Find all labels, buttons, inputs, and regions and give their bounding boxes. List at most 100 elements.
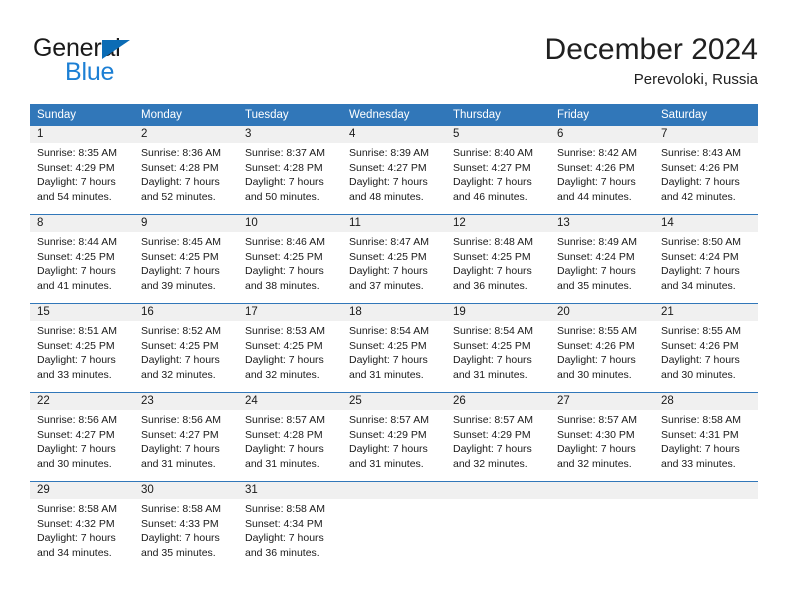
day-number: [446, 482, 550, 499]
daylight-text-line1: Daylight: 7 hours: [141, 354, 220, 367]
day-details: Sunrise: 8:35 AM Sunset: 4:29 PM Daylight:…: [30, 143, 134, 204]
sunset-text: Sunset: 4:27 PM: [453, 161, 531, 174]
sunset-text: Sunset: 4:25 PM: [37, 250, 115, 263]
daylight-text-line2: and 42 minutes.: [661, 190, 736, 203]
sunset-text: Sunset: 4:25 PM: [37, 339, 115, 352]
day-details: Sunrise: 8:57 AM Sunset: 4:29 PM Daylight:…: [342, 410, 446, 471]
day-number: 18: [342, 304, 446, 321]
weekday-header-row: Sunday Monday Tuesday Wednesday Thursday…: [30, 104, 758, 126]
calendar-day-cell[interactable]: 18 Sunrise: 8:54 AM Sunset: 4:25 PM Dayligh…: [342, 303, 446, 393]
daylight-text-line1: Daylight: 7 hours: [349, 265, 428, 278]
day-number: 13: [550, 215, 654, 232]
sunset-text: Sunset: 4:29 PM: [453, 428, 531, 441]
daylight-text-line1: Daylight: 7 hours: [349, 176, 428, 189]
calendar-day-cell[interactable]: 26 Sunrise: 8:57 AM Sunset: 4:29 PM Dayligh…: [446, 392, 550, 482]
weekday-header-wednesday: Wednesday: [342, 104, 446, 126]
sunset-text: Sunset: 4:30 PM: [557, 428, 635, 441]
sunset-text: Sunset: 4:28 PM: [141, 161, 219, 174]
day-details: Sunrise: 8:49 AM Sunset: 4:24 PM Daylight:…: [550, 232, 654, 293]
day-number: 24: [238, 393, 342, 410]
daylight-text-line2: and 35 minutes.: [141, 546, 216, 559]
calendar-day-cell[interactable]: 28 Sunrise: 8:58 AM Sunset: 4:31 PM Dayligh…: [654, 392, 758, 482]
calendar-day-cell[interactable]: 5 Sunrise: 8:40 AM Sunset: 4:27 PM Daylight…: [446, 126, 550, 215]
sunrise-text: Sunrise: 8:48 AM: [453, 236, 533, 248]
sunrise-text: Sunrise: 8:54 AM: [349, 325, 429, 337]
daylight-text-line2: and 31 minutes.: [349, 457, 424, 470]
daylight-text-line2: and 48 minutes.: [349, 190, 424, 203]
daylight-text-line1: Daylight: 7 hours: [245, 265, 324, 278]
calendar-week-row: 8 Sunrise: 8:44 AM Sunset: 4:25 PM Daylight…: [30, 214, 758, 304]
calendar-day-cell[interactable]: 27 Sunrise: 8:57 AM Sunset: 4:30 PM Dayligh…: [550, 392, 654, 482]
day-details: Sunrise: 8:42 AM Sunset: 4:26 PM Daylight:…: [550, 143, 654, 204]
calendar-day-cell[interactable]: 29 Sunrise: 8:58 AM Sunset: 4:32 PM Dayligh…: [30, 481, 134, 570]
sunset-text: Sunset: 4:26 PM: [557, 161, 635, 174]
day-details: Sunrise: 8:58 AM Sunset: 4:32 PM Daylight:…: [30, 499, 134, 560]
daylight-text-line2: and 31 minutes.: [349, 368, 424, 381]
calendar-day-cell[interactable]: 4 Sunrise: 8:39 AM Sunset: 4:27 PM Daylight…: [342, 126, 446, 215]
calendar-day-cell[interactable]: 15 Sunrise: 8:51 AM Sunset: 4:25 PM Dayligh…: [30, 303, 134, 393]
day-number: 16: [134, 304, 238, 321]
calendar-day-cell[interactable]: 2 Sunrise: 8:36 AM Sunset: 4:28 PM Daylight…: [134, 126, 238, 215]
day-number: 17: [238, 304, 342, 321]
daylight-text-line1: Daylight: 7 hours: [245, 176, 324, 189]
calendar-day-cell[interactable]: 8 Sunrise: 8:44 AM Sunset: 4:25 PM Daylight…: [30, 214, 134, 304]
day-details: Sunrise: 8:40 AM Sunset: 4:27 PM Daylight:…: [446, 143, 550, 204]
calendar-day-cell[interactable]: 11 Sunrise: 8:47 AM Sunset: 4:25 PM Dayligh…: [342, 214, 446, 304]
calendar-day-cell[interactable]: 14 Sunrise: 8:50 AM Sunset: 4:24 PM Dayligh…: [654, 214, 758, 304]
sunrise-text: Sunrise: 8:57 AM: [557, 414, 637, 426]
calendar-day-cell[interactable]: 24 Sunrise: 8:57 AM Sunset: 4:28 PM Dayligh…: [238, 392, 342, 482]
daylight-text-line2: and 33 minutes.: [37, 368, 112, 381]
calendar-day-cell[interactable]: 9 Sunrise: 8:45 AM Sunset: 4:25 PM Daylight…: [134, 214, 238, 304]
day-details: Sunrise: 8:36 AM Sunset: 4:28 PM Daylight:…: [134, 143, 238, 204]
calendar-empty-cell: [446, 481, 550, 570]
sunset-text: Sunset: 4:32 PM: [37, 517, 115, 530]
title-block: December 2024 Perevoloki, Russia: [545, 32, 758, 90]
day-number: 20: [550, 304, 654, 321]
day-details: Sunrise: 8:51 AM Sunset: 4:25 PM Daylight:…: [30, 321, 134, 382]
day-details: Sunrise: 8:55 AM Sunset: 4:26 PM Daylight:…: [654, 321, 758, 382]
sunset-text: Sunset: 4:25 PM: [453, 339, 531, 352]
day-number: 26: [446, 393, 550, 410]
sunset-text: Sunset: 4:25 PM: [453, 250, 531, 263]
calendar-day-cell[interactable]: 23 Sunrise: 8:56 AM Sunset: 4:27 PM Dayligh…: [134, 392, 238, 482]
sunrise-text: Sunrise: 8:45 AM: [141, 236, 221, 248]
calendar-day-cell[interactable]: 7 Sunrise: 8:43 AM Sunset: 4:26 PM Daylight…: [654, 126, 758, 215]
daylight-text-line2: and 46 minutes.: [453, 190, 528, 203]
calendar-day-cell[interactable]: 30 Sunrise: 8:58 AM Sunset: 4:33 PM Dayligh…: [134, 481, 238, 570]
calendar-day-cell[interactable]: 16 Sunrise: 8:52 AM Sunset: 4:25 PM Dayligh…: [134, 303, 238, 393]
calendar-day-cell[interactable]: 10 Sunrise: 8:46 AM Sunset: 4:25 PM Dayligh…: [238, 214, 342, 304]
daylight-text-line2: and 37 minutes.: [349, 279, 424, 292]
calendar-day-cell[interactable]: 6 Sunrise: 8:42 AM Sunset: 4:26 PM Daylight…: [550, 126, 654, 215]
sunrise-text: Sunrise: 8:56 AM: [37, 414, 117, 426]
sunrise-text: Sunrise: 8:51 AM: [37, 325, 117, 337]
daylight-text-line1: Daylight: 7 hours: [661, 443, 740, 456]
day-details: Sunrise: 8:50 AM Sunset: 4:24 PM Daylight:…: [654, 232, 758, 293]
calendar-day-cell[interactable]: 12 Sunrise: 8:48 AM Sunset: 4:25 PM Dayligh…: [446, 214, 550, 304]
calendar-day-cell[interactable]: 19 Sunrise: 8:54 AM Sunset: 4:25 PM Dayligh…: [446, 303, 550, 393]
calendar-day-cell[interactable]: 3 Sunrise: 8:37 AM Sunset: 4:28 PM Daylight…: [238, 126, 342, 215]
sunrise-text: Sunrise: 8:55 AM: [557, 325, 637, 337]
calendar-day-cell[interactable]: 21 Sunrise: 8:55 AM Sunset: 4:26 PM Dayligh…: [654, 303, 758, 393]
day-number: 7: [654, 126, 758, 143]
daylight-text-line2: and 44 minutes.: [557, 190, 632, 203]
day-number: 4: [342, 126, 446, 143]
day-number: 3: [238, 126, 342, 143]
sunrise-text: Sunrise: 8:54 AM: [453, 325, 533, 337]
sunset-text: Sunset: 4:27 PM: [349, 161, 427, 174]
daylight-text-line1: Daylight: 7 hours: [453, 265, 532, 278]
calendar-day-cell[interactable]: 1 Sunrise: 8:35 AM Sunset: 4:29 PM Daylight…: [30, 126, 134, 215]
calendar-day-cell[interactable]: 22 Sunrise: 8:56 AM Sunset: 4:27 PM Dayligh…: [30, 392, 134, 482]
day-details: Sunrise: 8:46 AM Sunset: 4:25 PM Daylight:…: [238, 232, 342, 293]
day-number: 30: [134, 482, 238, 499]
daylight-text-line1: Daylight: 7 hours: [37, 354, 116, 367]
day-details: Sunrise: 8:39 AM Sunset: 4:27 PM Daylight:…: [342, 143, 446, 204]
daylight-text-line1: Daylight: 7 hours: [453, 443, 532, 456]
page-title: December 2024: [544, 33, 758, 66]
calendar-day-cell[interactable]: 20 Sunrise: 8:55 AM Sunset: 4:26 PM Dayligh…: [550, 303, 654, 393]
calendar-day-cell[interactable]: 25 Sunrise: 8:57 AM Sunset: 4:29 PM Dayligh…: [342, 392, 446, 482]
calendar-day-cell[interactable]: 31 Sunrise: 8:58 AM Sunset: 4:34 PM Dayligh…: [238, 481, 342, 570]
daylight-text-line2: and 36 minutes.: [453, 279, 528, 292]
daylight-text-line1: Daylight: 7 hours: [141, 265, 220, 278]
calendar-day-cell[interactable]: 13 Sunrise: 8:49 AM Sunset: 4:24 PM Dayligh…: [550, 214, 654, 304]
calendar-day-cell[interactable]: 17 Sunrise: 8:53 AM Sunset: 4:25 PM Dayligh…: [238, 303, 342, 393]
